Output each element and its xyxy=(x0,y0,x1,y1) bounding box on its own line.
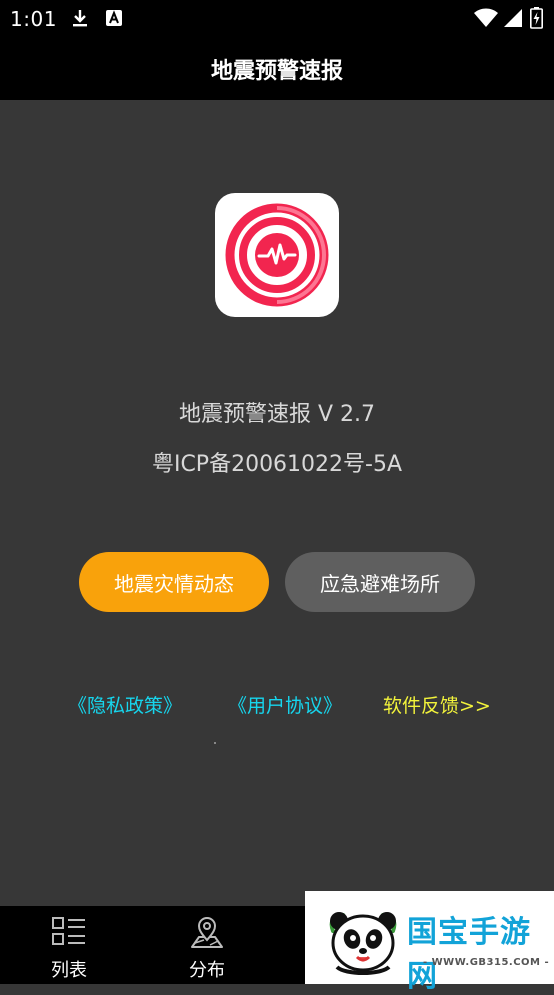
battery-charging-icon xyxy=(530,7,543,29)
panda-mascot-icon xyxy=(329,912,397,975)
watermark-brand: 国宝手游网 xyxy=(407,915,531,994)
tab-list-label: 列表 xyxy=(51,960,87,981)
page-title: 地震预警速报 xyxy=(210,59,343,84)
disaster-news-label: 地震灾情动态 xyxy=(114,571,234,596)
list-grid-icon xyxy=(52,917,85,945)
site-watermark: 国宝手游网 - WWW.GB315.COM - xyxy=(305,891,554,994)
status-bar: 1:01 xyxy=(0,0,554,38)
app-logo xyxy=(215,193,339,317)
download-icon xyxy=(73,10,87,27)
app-version: 地震预警速报 V 2.7 xyxy=(178,402,376,427)
icp-number: 粤ICP备20061022号-5A xyxy=(151,452,403,477)
watermark-url: - WWW.GB315.COM - xyxy=(423,957,550,968)
status-time: 1:01 xyxy=(10,7,57,31)
feedback-link[interactable]: 软件反馈>> xyxy=(383,691,491,718)
earthquake-pulse-logo-icon xyxy=(225,203,329,307)
app-header: 地震预警速报 xyxy=(0,38,554,100)
tab-list[interactable]: 列表 xyxy=(0,906,138,984)
emergency-shelter-button[interactable]: 应急避难场所 xyxy=(285,552,475,612)
privacy-policy-link[interactable]: 《隐私政策》 xyxy=(68,691,182,718)
tab-map-label: 分布 xyxy=(189,960,225,981)
tab-map[interactable]: 分布 xyxy=(138,906,276,984)
map-pin-icon xyxy=(191,917,223,948)
emergency-shelter-label: 应急避难场所 xyxy=(320,571,440,596)
wifi-icon xyxy=(474,8,498,27)
decorative-dot xyxy=(214,742,216,744)
user-agreement-link[interactable]: 《用户协议》 xyxy=(228,691,342,718)
disaster-news-button[interactable]: 地震灾情动态 xyxy=(79,552,269,612)
signal-icon xyxy=(504,9,522,27)
font-a-icon xyxy=(106,10,122,26)
